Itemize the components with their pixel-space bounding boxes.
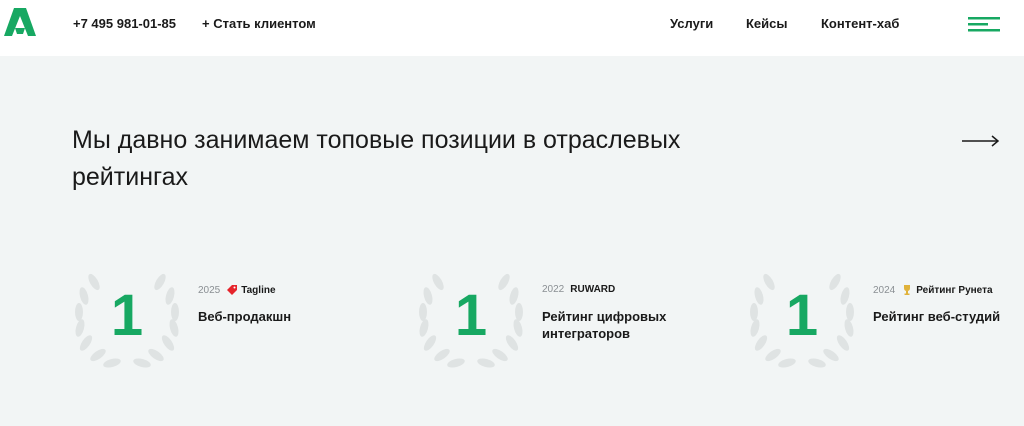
become-client-link[interactable]: + Стать клиентом (202, 16, 316, 31)
nav-cases[interactable]: Кейсы (746, 16, 788, 31)
phone-link[interactable]: +7 495 981-01-85 (73, 16, 176, 31)
award-year: 2022 (542, 284, 565, 295)
nav-content-hub[interactable]: Контент-хаб (821, 16, 899, 31)
award-source: Tagline (226, 284, 276, 296)
award-name: Рейтинг цифровых интеграторов (542, 309, 667, 341)
award-place: 1 (454, 283, 488, 348)
award-source-label: Рейтинг Рунета (916, 284, 993, 296)
award-year: 2024 (873, 284, 896, 296)
tagline-tag-icon (227, 285, 238, 295)
award-meta: 2025 Tagline (198, 284, 276, 296)
site-header: +7 495 981-01-85 + Стать клиентом Услуги… (0, 0, 1024, 56)
burger-menu-icon[interactable] (968, 16, 1000, 32)
nav-services[interactable]: Услуги (670, 16, 713, 31)
award-place: 1 (110, 283, 144, 348)
award-source-label: RUWARD (570, 284, 616, 295)
award-place: 1 (785, 283, 819, 348)
award-name: Веб-продакшн (198, 309, 292, 324)
award-source-label: Tagline (241, 284, 276, 296)
award-meta: 2022 RUWARD (542, 284, 615, 295)
award-name: Рейтинг веб-студий (873, 309, 1001, 324)
award-source: RUWARD (570, 284, 615, 295)
logo-icon[interactable] (4, 8, 36, 36)
arrow-right-icon[interactable] (962, 133, 1000, 149)
section-title: Мы давно занимаем топовые позиции в отра… (72, 126, 681, 191)
award-source: Рейтинг Рунета (901, 284, 993, 296)
award-meta: 2024 Рейтинг Рунета (873, 284, 993, 296)
award-year: 2025 (198, 284, 221, 296)
runet-cup-icon (904, 285, 911, 295)
